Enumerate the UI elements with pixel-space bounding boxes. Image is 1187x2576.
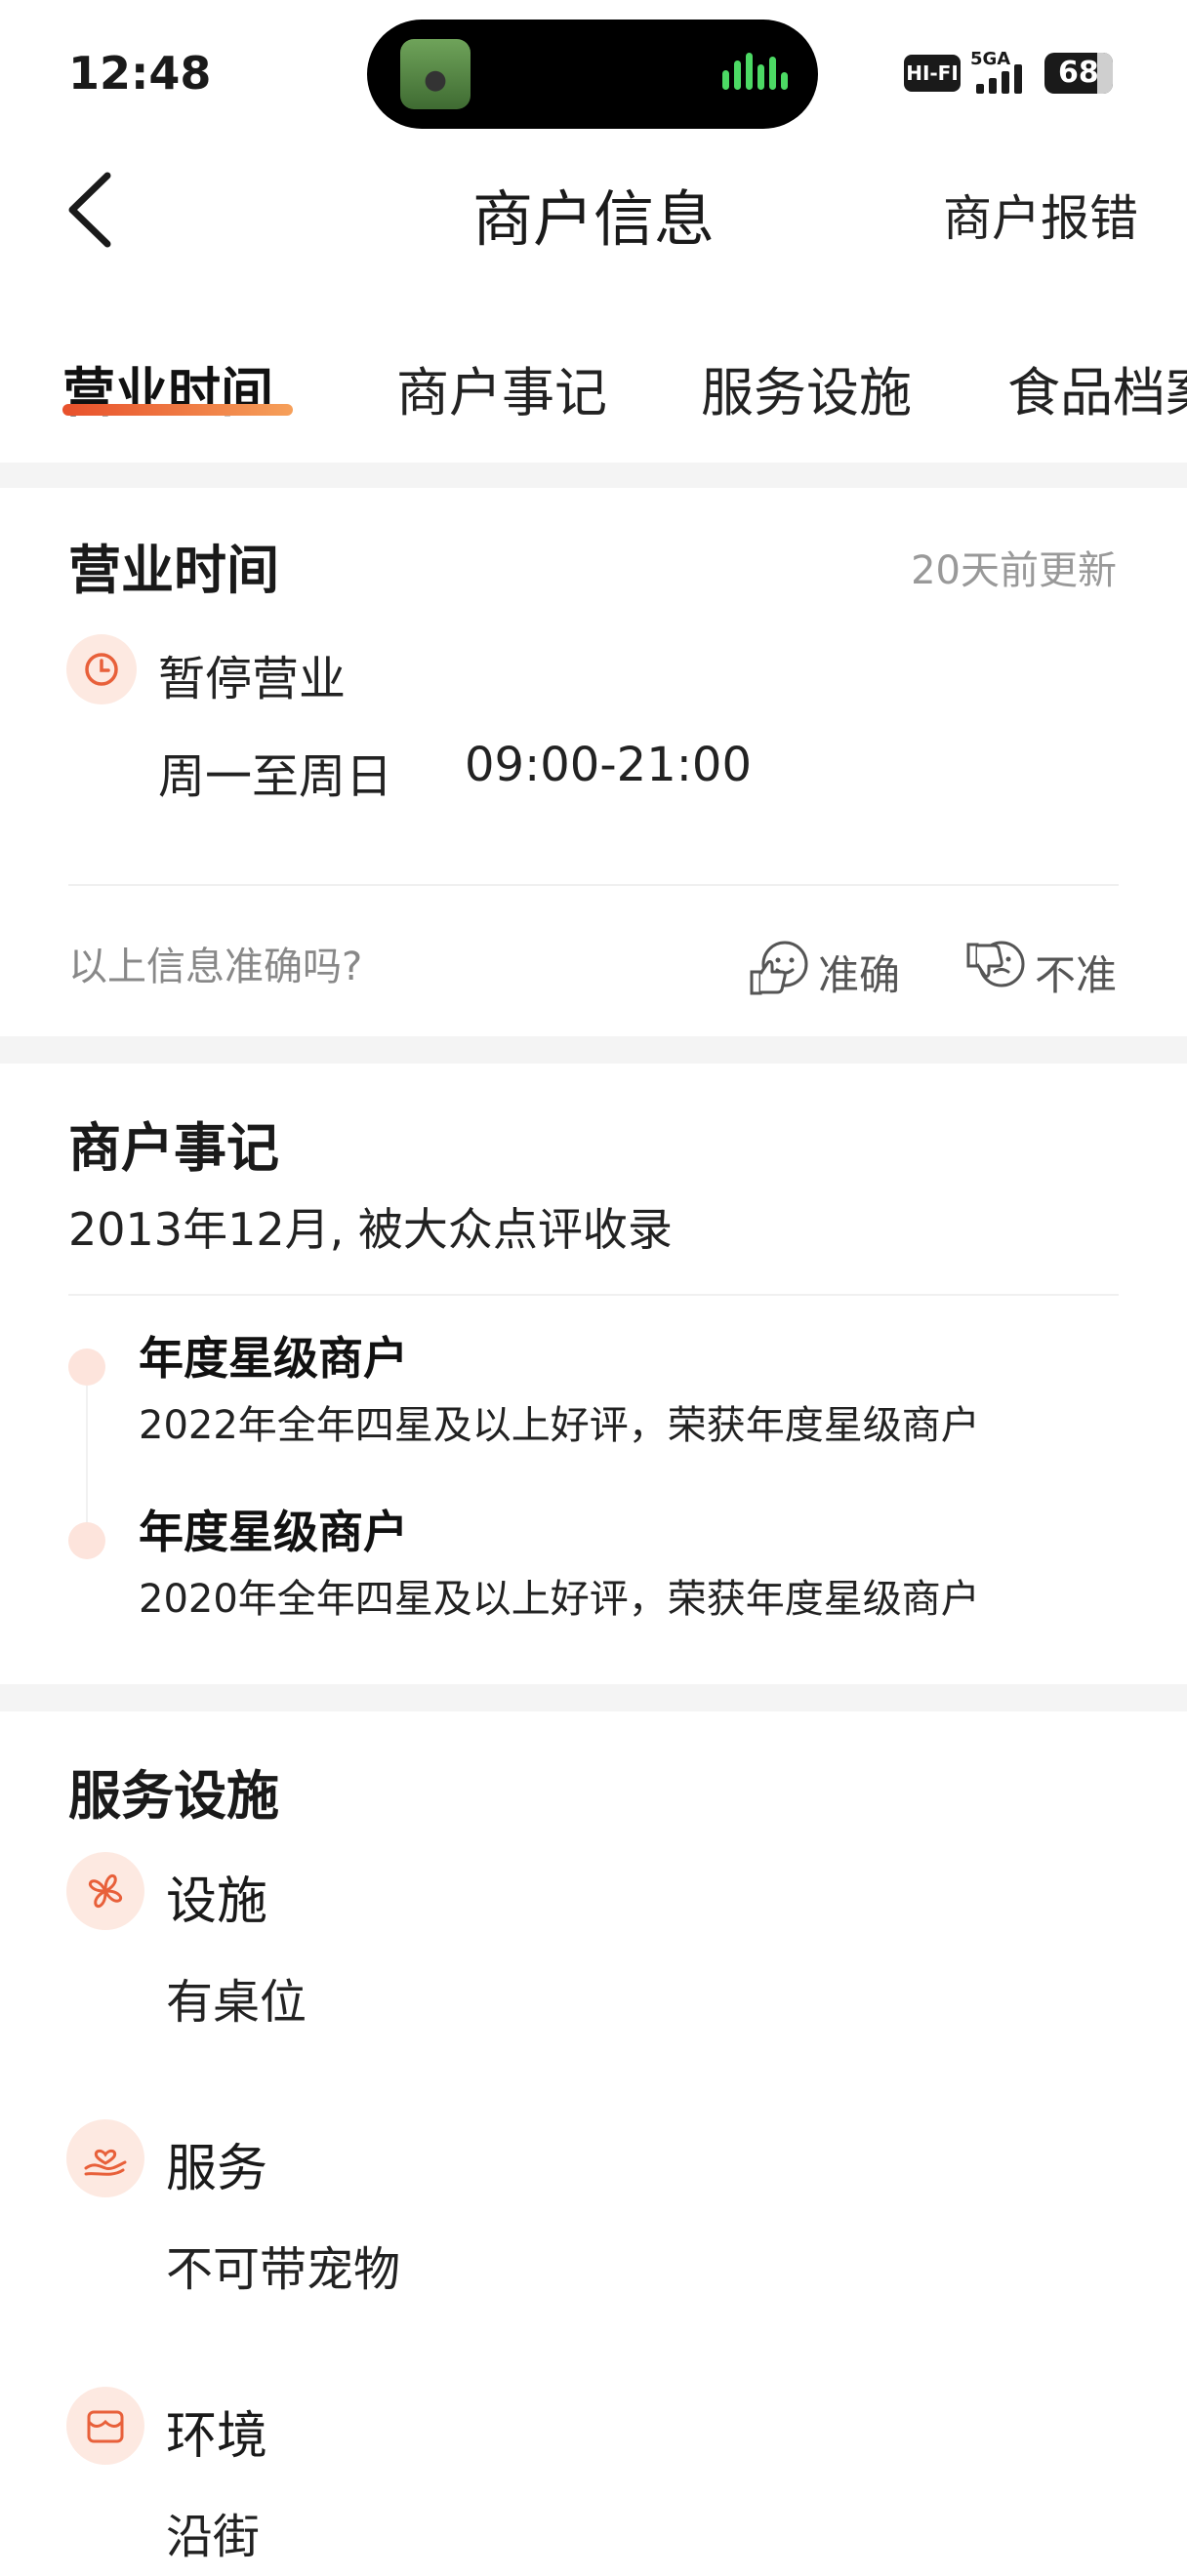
milestone-title: 年度星级商户 bbox=[139, 1332, 408, 1385]
timeline-line bbox=[86, 1386, 88, 1528]
now-playing-thumbnail bbox=[400, 39, 471, 109]
accuracy-question: 以上信息准确吗? bbox=[68, 945, 363, 989]
report-error-button[interactable]: 商户报错 bbox=[943, 180, 1138, 250]
facilities-section: 服务设施 设施 有桌位 服务 不可带宠物 环境 沿街 bbox=[0, 1711, 1187, 2576]
merchant-history-section: 商户事记 2013年12月, 被大众点评收录 年度星级商户 2022年全年四星及… bbox=[0, 1064, 1187, 1684]
history-subtitle: 2013年12月, 被大众点评收录 bbox=[68, 1203, 673, 1256]
facility-value: 有桌位 bbox=[166, 1975, 307, 2030]
clock-icon bbox=[66, 634, 137, 704]
divider bbox=[68, 884, 1119, 886]
milestone-desc: 2022年全年四星及以上好评，荣获年度星级商户 bbox=[139, 1403, 980, 1448]
section-title: 服务设施 bbox=[68, 1765, 279, 1827]
business-status: 暂停营业 bbox=[158, 652, 347, 706]
accurate-label: 准确 bbox=[818, 951, 901, 999]
tab-bar: 营业时间 商户事记 服务设施 食品档案 bbox=[0, 332, 1187, 439]
active-tab-indicator bbox=[62, 404, 293, 416]
dynamic-island[interactable] bbox=[367, 20, 818, 129]
battery-icon: 68 bbox=[1044, 53, 1113, 94]
section-gap bbox=[0, 463, 1187, 488]
thumbs-up-smile-icon bbox=[750, 941, 808, 995]
facility-label: 设施 bbox=[166, 1872, 268, 1931]
business-hours-section: 营业时间 20天前更新 暂停营业 周一至周日 09:00-21:00 以上信息准… bbox=[0, 488, 1187, 1036]
inaccurate-label: 不准 bbox=[1035, 951, 1118, 999]
status-time: 12:48 bbox=[68, 47, 212, 100]
battery-level: 68 bbox=[1058, 56, 1099, 90]
service-hand-heart-icon bbox=[66, 2119, 144, 2197]
facility-label: 环境 bbox=[166, 2407, 268, 2466]
tab-food-archive[interactable]: 食品档案 bbox=[1007, 349, 1187, 426]
storefront-icon bbox=[66, 2387, 144, 2465]
accurate-button[interactable]: 准确 bbox=[748, 939, 923, 1001]
signal-icon bbox=[976, 62, 1035, 94]
audio-wave-icon bbox=[722, 53, 795, 96]
nav-bar: 商户信息 商户报错 bbox=[0, 146, 1187, 273]
section-gap bbox=[0, 1684, 1187, 1711]
milestone-desc: 2020年全年四星及以上好评，荣获年度星级商户 bbox=[139, 1577, 980, 1622]
tab-facilities[interactable]: 服务设施 bbox=[701, 349, 912, 426]
facility-value: 不可带宠物 bbox=[166, 2242, 401, 2297]
section-gap bbox=[0, 1036, 1187, 1064]
inaccurate-button[interactable]: 不准 bbox=[964, 939, 1130, 1001]
hifi-badge: HI-FI bbox=[904, 55, 961, 92]
timeline-dot bbox=[68, 1348, 105, 1386]
business-time-range: 09:00-21:00 bbox=[465, 738, 752, 792]
facility-icon bbox=[66, 1852, 144, 1930]
facility-label: 服务 bbox=[166, 2140, 268, 2198]
section-title: 营业时间 bbox=[68, 540, 279, 601]
status-bar: 12:48 HI-FI 5GA 68 bbox=[0, 0, 1187, 146]
business-days: 周一至周日 bbox=[158, 749, 393, 804]
timeline-dot bbox=[68, 1522, 105, 1559]
facility-value: 沿街 bbox=[166, 2510, 261, 2564]
tab-merchant-history[interactable]: 商户事记 bbox=[396, 349, 607, 426]
thumbs-down-frown-icon bbox=[966, 941, 1025, 987]
section-title: 商户事记 bbox=[68, 1117, 279, 1179]
updated-time: 20天前更新 bbox=[911, 548, 1117, 593]
milestone-title: 年度星级商户 bbox=[139, 1506, 408, 1558]
merchant-info-screen: 12:48 HI-FI 5GA 68 商户信息 商户报错 营业时间 商户事记 服… bbox=[0, 0, 1187, 2576]
divider bbox=[68, 1294, 1119, 1296]
